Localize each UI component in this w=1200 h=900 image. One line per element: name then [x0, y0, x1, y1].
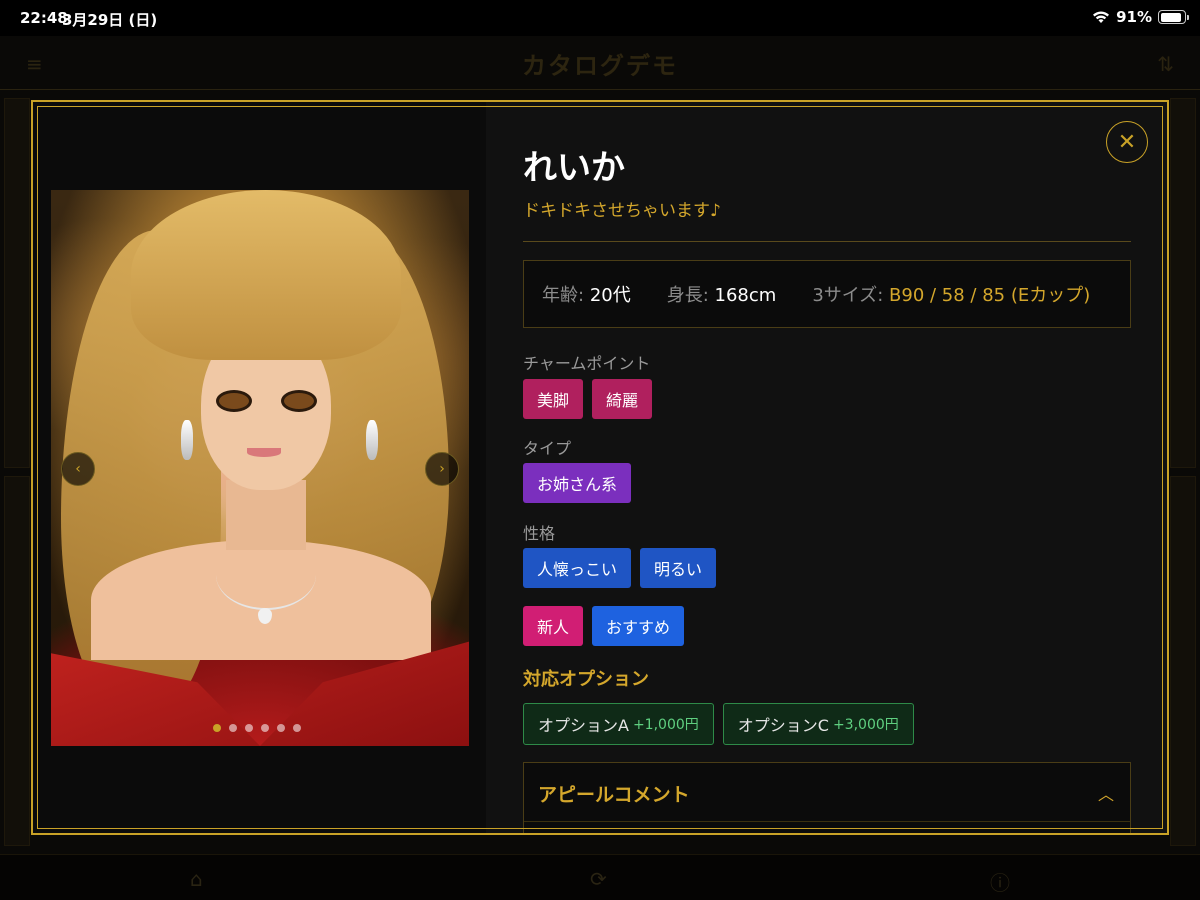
type-label: タイプ — [523, 439, 572, 458]
badge-recommended: おすすめ — [592, 606, 685, 646]
profile-modal: ‹ › ✕ れいか ドキドキさせちゃいます♪ 年齢: 20代 身長: 168cm… — [31, 100, 1169, 835]
pagination-dot[interactable] — [229, 724, 237, 732]
status-time: 22:48 — [20, 9, 68, 27]
info-icon: ⓘ — [990, 871, 1010, 895]
tag-personality: 人懐っこい — [523, 548, 632, 588]
option-item: オプションA +1,000円 — [523, 703, 714, 745]
type-tags: お姉さん系 — [523, 463, 632, 503]
option-item: オプションC +3,000円 — [722, 703, 914, 745]
background-tab-bar: ⌂ ⟳ ⓘ — [0, 854, 1200, 900]
refresh-icon: ⟳ — [590, 867, 607, 891]
wifi-icon — [1093, 11, 1110, 23]
profile-info: ✕ れいか ドキドキさせちゃいます♪ 年齢: 20代 身長: 168cm 3サイ… — [486, 102, 1167, 833]
tag-personality: 明るい — [640, 548, 717, 588]
profile-name: れいか — [523, 148, 625, 188]
photo-gallery: ‹ › — [33, 102, 486, 833]
option-name: オプションA — [538, 716, 629, 735]
options-title: 対応オプション — [523, 669, 649, 690]
chevron-up-icon[interactable]: ︿ — [1098, 781, 1114, 805]
close-icon: ✕ — [1117, 129, 1137, 155]
close-button[interactable]: ✕ — [1106, 121, 1148, 163]
tag-type: お姉さん系 — [523, 463, 632, 503]
tag-charm: 美脚 — [523, 379, 584, 419]
background-card — [1170, 98, 1196, 468]
status-right: 91% — [1092, 8, 1189, 26]
badge-new: 新人 — [523, 606, 584, 646]
battery-icon — [1158, 10, 1189, 24]
battery-percent: 91% — [1116, 8, 1152, 26]
stat-height: 身長: 168cm — [666, 285, 777, 306]
charm-point-tags: 美脚 綺麗 — [523, 379, 653, 419]
next-photo-button[interactable]: › — [425, 452, 459, 486]
charm-point-label: チャームポイント — [523, 354, 651, 373]
filter-icon: ⇅ — [1157, 52, 1174, 76]
option-price: +3,000円 — [832, 717, 899, 733]
appeal-comment-accordion[interactable]: アピールコメント ︿ — [523, 762, 1131, 833]
background-header: ≡ カタログデモ ⇅ — [0, 36, 1200, 90]
option-price: +1,000円 — [632, 717, 699, 733]
background-card — [4, 98, 30, 468]
badge-tags: 新人 おすすめ — [523, 606, 685, 646]
personality-tags: 人懐っこい 明るい — [523, 548, 717, 588]
status-date: 3月29日 (日) — [62, 11, 158, 29]
home-icon: ⌂ — [190, 867, 203, 891]
previous-photo-button[interactable]: ‹ — [61, 452, 95, 486]
photo-pagination — [213, 724, 301, 732]
divider — [524, 821, 1130, 822]
divider — [523, 241, 1131, 242]
pagination-dot[interactable] — [293, 724, 301, 732]
personality-label: 性格 — [523, 524, 556, 543]
pagination-dot[interactable] — [213, 724, 221, 732]
pagination-dot[interactable] — [261, 724, 269, 732]
status-bar: 22:48 3月29日 (日) 91% — [0, 0, 1200, 36]
pagination-dot[interactable] — [245, 724, 253, 732]
appeal-comment-title: アピールコメント — [538, 784, 690, 806]
tag-charm: 綺麗 — [592, 379, 653, 419]
profile-photo[interactable] — [51, 190, 469, 746]
stat-size: 3サイズ: B90 / 58 / 85 (Eカップ) — [812, 285, 1091, 306]
background-title: カタログデモ — [522, 52, 678, 80]
pagination-dot[interactable] — [277, 724, 285, 732]
option-name: オプションC — [737, 716, 829, 735]
profile-catchphrase: ドキドキさせちゃいます♪ — [523, 201, 721, 221]
chevron-left-icon: ‹ — [75, 461, 81, 477]
background-card — [1170, 476, 1196, 846]
stats-box: 年齢: 20代 身長: 168cm 3サイズ: B90 / 58 / 85 (E… — [523, 260, 1131, 328]
chevron-right-icon: › — [439, 461, 445, 477]
stat-age: 年齢: 20代 — [542, 285, 631, 306]
option-list: オプションA +1,000円 オプションC +3,000円 — [523, 703, 914, 745]
background-card — [4, 476, 30, 846]
